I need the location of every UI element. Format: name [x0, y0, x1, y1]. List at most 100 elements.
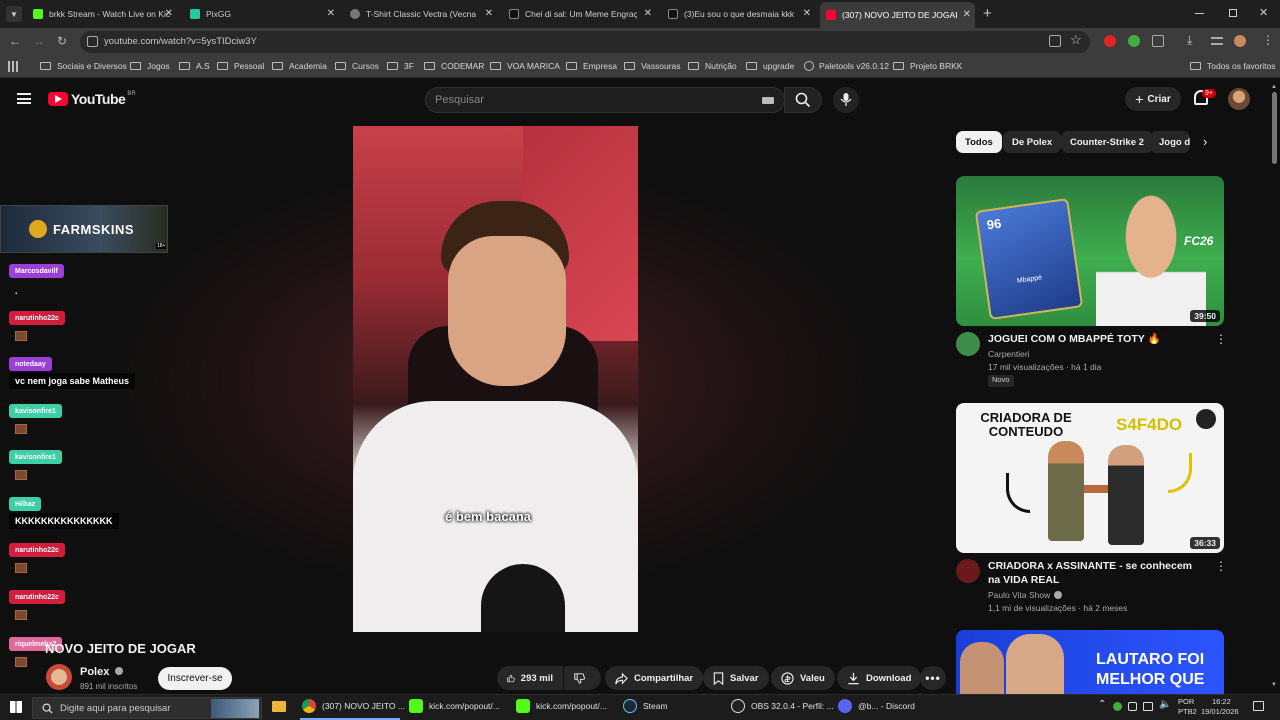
bookmark-folder[interactable]: Pessoal: [217, 61, 264, 71]
download-icon[interactable]: ⤓: [1187, 33, 1192, 48]
recommendation-channel[interactable]: Paulo Vita Show: [988, 590, 1063, 600]
share-button[interactable]: Compartilhar: [605, 666, 704, 690]
taskbar-kick-1[interactable]: kick.com/popout/...: [409, 699, 500, 713]
apps-grid-icon[interactable]: [8, 61, 19, 72]
extensions-puzzle-icon[interactable]: [1152, 35, 1164, 47]
tray-app-icon[interactable]: [1113, 702, 1122, 711]
forward-arrow-icon[interactable]: →: [33, 34, 45, 48]
chip-jogo[interactable]: Jogo d: [1150, 131, 1190, 153]
browser-menu-icon[interactable]: ⋮: [1262, 33, 1274, 47]
chip-counter-strike-2[interactable]: Counter-Strike 2: [1061, 131, 1153, 153]
bookmark-folder[interactable]: Projeto BRKK: [893, 61, 962, 71]
search-button[interactable]: [784, 87, 822, 113]
create-button[interactable]: + Criar: [1125, 87, 1181, 111]
tab-pixgg[interactable]: PixGG ✕: [184, 4, 339, 24]
all-bookmarks-button[interactable]: Todos os favoritos: [1190, 61, 1276, 71]
voice-search-button[interactable]: [833, 87, 859, 113]
video-thumbnail[interactable]: 96 Mbappé FC26 39:50: [956, 176, 1224, 326]
channel-avatar[interactable]: [956, 559, 980, 583]
back-arrow-icon[interactable]: ←: [9, 34, 21, 48]
scrollbar-thumb[interactable]: [1272, 92, 1277, 164]
bookmark-folder[interactable]: Jogos: [130, 61, 170, 71]
bookmark-folder[interactable]: Sociais e Diversos: [40, 61, 127, 71]
bookmark-folder[interactable]: VOA MARICA: [490, 61, 560, 71]
bookmark-folder[interactable]: A.S: [179, 61, 210, 71]
youtube-logo[interactable]: YouTube BR: [48, 91, 136, 107]
taskbar-discord[interactable]: @b... - Discord: [838, 699, 915, 713]
subscribe-button[interactable]: Inscrever-se: [158, 667, 232, 690]
profile-avatar-icon[interactable]: [1234, 35, 1246, 47]
video-player[interactable]: [353, 126, 638, 632]
close-icon[interactable]: ✕: [327, 8, 335, 19]
close-icon[interactable]: ✕: [963, 9, 971, 20]
more-vertical-icon[interactable]: ⋮: [1215, 559, 1227, 573]
download-button[interactable]: Download: [837, 666, 922, 690]
minimize-icon[interactable]: [1195, 13, 1204, 14]
bookmark-star-icon[interactable]: ☆: [1070, 32, 1082, 48]
like-button[interactable]: 293 mil: [497, 666, 563, 690]
close-icon[interactable]: ✕: [485, 8, 493, 19]
bookmark-link[interactable]: Paletools v26.0.12: [804, 61, 889, 71]
page-scrollbar[interactable]: ▲ ▼: [1270, 84, 1278, 691]
recommendation-channel[interactable]: Carpentieri: [988, 349, 1030, 359]
scroll-up-arrow-icon[interactable]: ▲: [1271, 84, 1277, 90]
notification-center-icon[interactable]: [1253, 701, 1264, 711]
tab-list-menu-button[interactable]: ▼: [6, 6, 22, 22]
chip-de-polex[interactable]: De Polex: [1003, 131, 1062, 153]
clock-time[interactable]: 16:22: [1212, 697, 1231, 706]
close-icon[interactable]: ✕: [165, 8, 173, 19]
scroll-down-arrow-icon[interactable]: ▼: [1271, 682, 1277, 688]
channel-avatar[interactable]: [956, 332, 980, 356]
tab-tiktok-1[interactable]: Chei di sal: Um Meme Engraçado ✕: [503, 4, 656, 24]
search-input[interactable]: Pesquisar: [435, 94, 484, 106]
install-app-icon[interactable]: [1049, 35, 1061, 47]
keyboard-layout[interactable]: PTB2: [1178, 707, 1197, 716]
tray-app-icon[interactable]: [1128, 702, 1137, 711]
taskbar-search[interactable]: Digite aqui para pesquisar: [32, 697, 262, 719]
chevron-up-icon[interactable]: ⌃: [1098, 699, 1106, 710]
keyboard-language[interactable]: POR: [1178, 697, 1194, 706]
reload-icon[interactable]: ↻: [57, 34, 67, 48]
taskbar-obs[interactable]: OBS 32.0.4 - Perfil: ...: [731, 699, 834, 713]
close-window-icon[interactable]: ✕: [1259, 6, 1268, 19]
dislike-button[interactable]: [564, 666, 601, 690]
tab-tshirt[interactable]: T-Shirt Classic Vectra (Vecna) em ✕: [344, 4, 497, 24]
recommendation-title[interactable]: CRIADORA x ASSINANTE - se conhecem na VI…: [988, 559, 1198, 587]
extension-green-icon[interactable]: [1128, 35, 1140, 47]
volume-icon[interactable]: 🔈: [1159, 699, 1171, 710]
bookmark-folder[interactable]: Vassouras: [624, 61, 681, 71]
file-explorer-icon[interactable]: [272, 701, 286, 712]
network-icon[interactable]: [1143, 702, 1153, 711]
bookmark-folder[interactable]: Cursos: [335, 61, 379, 71]
clock-date[interactable]: 19/01/2026: [1201, 707, 1239, 716]
channel-name[interactable]: Polex: [80, 666, 124, 678]
video-thumbnail[interactable]: CRIADORA DE CONTEUDO S4F4DO 36:33: [956, 403, 1224, 553]
url-text[interactable]: youtube.com/watch?v=5ysTIDciw3Y: [104, 36, 257, 47]
bookmark-folder[interactable]: Empresa: [566, 61, 617, 71]
tab-youtube-active[interactable]: (307) NOVO JEITO DE JOGAR - ✕: [820, 2, 975, 28]
chevron-right-icon[interactable]: ›: [1203, 134, 1207, 149]
windows-start-icon[interactable]: [10, 701, 22, 713]
site-info-icon[interactable]: [87, 36, 98, 47]
bookmark-folder[interactable]: Academia: [272, 61, 327, 71]
video-thumbnail[interactable]: LAUTARO FOI MELHOR QUE: [956, 630, 1224, 694]
tab-kick-stream[interactable]: brkk Stream - Watch Live on Kic ✕: [27, 4, 177, 24]
extension-red-icon[interactable]: [1104, 35, 1116, 47]
more-vertical-icon[interactable]: ⋮: [1215, 332, 1227, 346]
chip-todos[interactable]: Todos: [956, 131, 1002, 153]
search-box[interactable]: Pesquisar: [425, 87, 785, 113]
bookmark-folder[interactable]: upgrade: [746, 61, 794, 71]
media-controls-icon[interactable]: [1211, 37, 1223, 45]
close-icon[interactable]: ✕: [803, 8, 811, 19]
hamburger-menu-icon[interactable]: [17, 93, 31, 104]
more-actions-button[interactable]: •••: [920, 666, 946, 690]
taskbar-chrome[interactable]: (307) NOVO JEITO ...: [302, 699, 405, 713]
save-button[interactable]: Salvar: [703, 666, 769, 690]
thanks-button[interactable]: Valeu: [771, 666, 835, 690]
restore-icon[interactable]: [1229, 9, 1237, 17]
recommendation-title[interactable]: JOGUEI COM O MBAPPÉ TOTY 🔥: [988, 332, 1198, 346]
keyboard-icon[interactable]: [762, 97, 774, 104]
account-avatar[interactable]: [1228, 88, 1250, 110]
bookmark-folder[interactable]: Nutrição: [688, 61, 737, 71]
bookmark-folder[interactable]: 3F: [387, 61, 414, 71]
